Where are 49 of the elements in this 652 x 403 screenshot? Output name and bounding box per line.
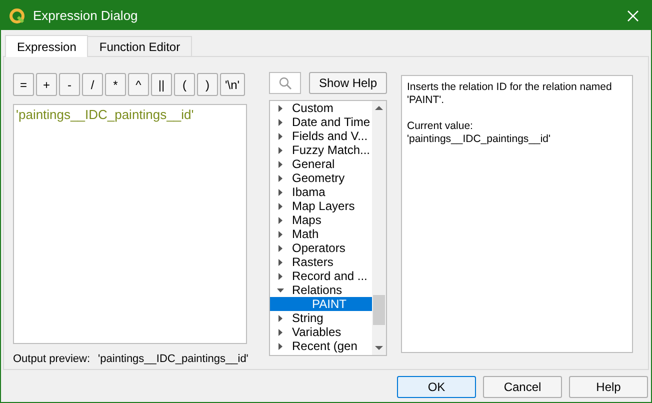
tree-item[interactable]: Date and Time xyxy=(270,115,372,129)
operator-button[interactable]: ( xyxy=(174,73,195,96)
operator-button[interactable]: '\n' xyxy=(220,73,245,96)
tree-item[interactable]: String xyxy=(270,311,372,325)
tab[interactable]: Expression xyxy=(5,35,88,57)
tree-item[interactable]: Record and ... xyxy=(270,269,372,283)
operator-button[interactable]: + xyxy=(36,73,57,96)
operator-button[interactable]: = xyxy=(13,73,34,96)
tree-item[interactable]: Maps xyxy=(270,213,372,227)
current-value-label: Current value: xyxy=(407,120,474,133)
operator-button[interactable]: ^ xyxy=(128,73,149,96)
show-help-button[interactable]: Show Help xyxy=(309,72,387,94)
tree-item[interactable]: Fuzzy Match... xyxy=(270,143,372,157)
close-icon[interactable] xyxy=(627,10,639,22)
expanded-arrow-icon[interactable] xyxy=(277,286,284,294)
tree-item[interactable]: Map Layers xyxy=(270,199,372,213)
search-field[interactable] xyxy=(269,72,301,94)
dialog-button[interactable]: Cancel xyxy=(483,376,562,398)
tree-item[interactable]: Operators xyxy=(270,241,372,255)
scrollbar[interactable] xyxy=(372,101,386,355)
tree-item[interactable]: Variables xyxy=(270,325,372,339)
tree-item[interactable]: Fields and V... xyxy=(270,129,372,143)
tree-item[interactable]: Geometry xyxy=(270,171,372,185)
tree-item[interactable]: Custom xyxy=(270,101,372,115)
operator-button[interactable]: / xyxy=(82,73,103,96)
output-preview-label: Output preview: xyxy=(13,352,90,367)
tree-item[interactable]: Relations xyxy=(270,283,372,297)
dialog-button[interactable]: OK xyxy=(397,376,476,398)
dialog-button[interactable]: Help xyxy=(569,376,648,398)
app-logo-icon xyxy=(9,8,25,24)
operator-button[interactable]: - xyxy=(59,73,80,96)
tree-item[interactable]: Rasters xyxy=(270,255,372,269)
tree-item[interactable]: PAINT xyxy=(270,297,372,311)
output-preview-value: 'paintings__IDC_paintings__id' xyxy=(98,352,248,367)
operator-button[interactable]: * xyxy=(105,73,126,96)
operator-button[interactable]: || xyxy=(151,73,172,96)
operator-button[interactable]: ) xyxy=(197,73,218,96)
tree-item[interactable]: Ibama xyxy=(270,185,372,199)
window-title: Expression Dialog xyxy=(33,6,139,25)
expression-text: 'paintings__IDC_paintings__id' xyxy=(16,107,194,122)
tree-item[interactable]: Recent (gen xyxy=(270,339,372,353)
tree-item[interactable]: Math xyxy=(270,227,372,241)
scrollbar-thumb[interactable] xyxy=(373,295,385,325)
current-value: 'paintings__IDC_paintings__id' xyxy=(407,133,552,146)
tree-item[interactable]: General xyxy=(270,157,372,171)
help-description: Inserts the relation ID for the relation named 'PAINT'. xyxy=(407,81,613,107)
tab[interactable]: Function Editor xyxy=(87,36,192,56)
expression-editor[interactable]: 'paintings__IDC_paintings__id' xyxy=(13,104,247,344)
search-icon xyxy=(278,76,292,90)
